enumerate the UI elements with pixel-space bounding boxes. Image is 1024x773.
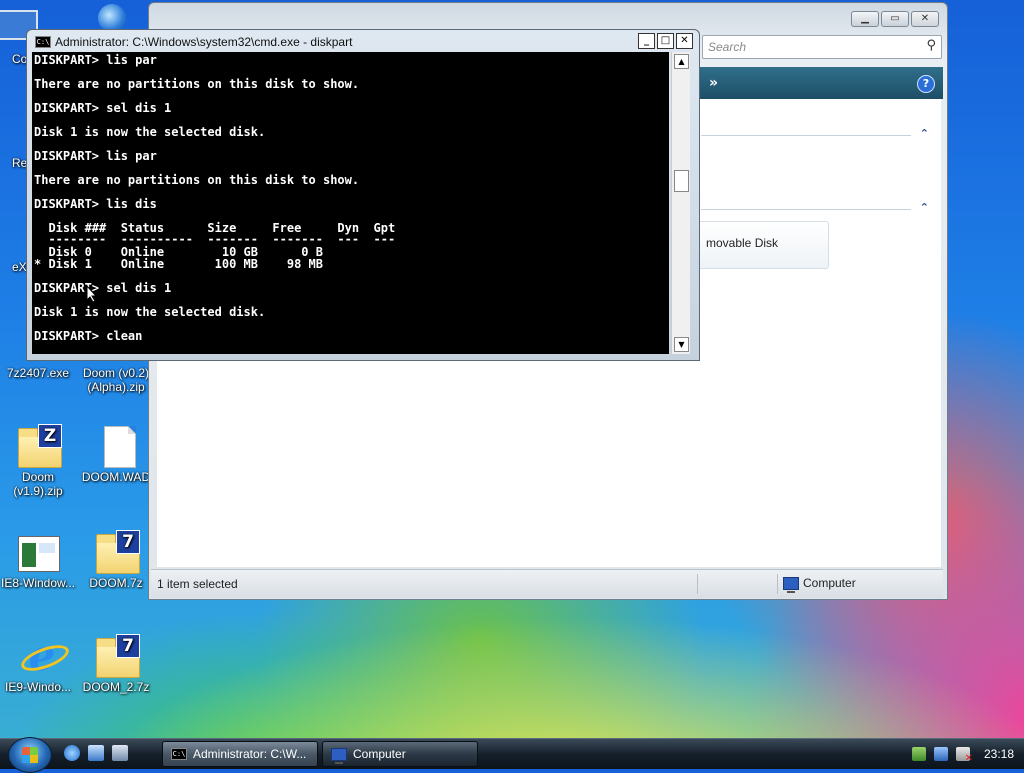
minimize-button[interactable]: ▁ <box>851 11 879 27</box>
collapse-icon[interactable]: ⌃ <box>920 127 929 140</box>
status-divider <box>777 574 778 594</box>
desktop-icon-label: IE9-Windo... <box>4 680 72 694</box>
volume-muted-icon[interactable]: ✕ <box>956 747 973 764</box>
mouse-pointer-icon <box>86 284 98 303</box>
console-line: -------- ---------- ------- ------- --- … <box>34 232 396 246</box>
quick-launch <box>64 745 128 761</box>
system-tray: ✕ 23:18 <box>912 741 1024 767</box>
status-divider <box>697 574 698 594</box>
explorer-caption-buttons: ▁ ▭ ✕ <box>851 11 939 27</box>
clock[interactable]: 23:18 <box>984 747 1014 761</box>
taskbar-button-cmd[interactable]: C:\ Administrator: C:\W... <box>162 741 318 767</box>
cmd-title-bar[interactable]: C:\ Administrator: C:\Windows\system32\c… <box>35 34 352 50</box>
console-line: DISKPART> sel dis 1 <box>34 101 172 115</box>
toolbar-overflow-chevron[interactable]: » <box>709 75 718 91</box>
maximize-button[interactable]: □ <box>657 33 674 49</box>
console-line: DISKPART> clean <box>34 329 143 343</box>
desktop-icon-doom-7z[interactable]: 7 DOOM.7z <box>78 530 154 590</box>
console-line: Disk 1 is now the selected disk. <box>34 305 266 319</box>
console-output[interactable]: DISKPART> lis par There are no partition… <box>32 52 669 354</box>
section-header-hard-disks[interactable]: ⌃ <box>697 125 937 145</box>
scroll-thumb[interactable] <box>674 170 689 192</box>
show-desktop-icon[interactable] <box>88 745 104 761</box>
status-location: Computer <box>783 576 856 593</box>
7z-archive-icon: 7 <box>92 530 140 574</box>
section-divider <box>701 135 911 136</box>
scroll-down-arrow[interactable]: ▼ <box>674 337 689 352</box>
section-header-removable-storage[interactable]: ⌃ <box>697 199 937 219</box>
console-line: DISKPART> sel dis 1 <box>34 281 172 295</box>
close-button[interactable]: ✕ <box>676 33 693 49</box>
desktop-icon-label: Doom (v1.9).zip <box>13 470 63 498</box>
desktop-icon-label: 7z2407.exe <box>6 366 70 380</box>
console-line: There are no partitions on this disk to … <box>34 173 360 187</box>
desktop-icon-ie9-installer[interactable]: e IE9-Windo... <box>0 634 76 695</box>
section-divider <box>701 209 911 210</box>
taskbar: C:\ Administrator: C:\W... Computer ✕ 23… <box>0 737 1024 773</box>
safely-remove-hardware-icon[interactable] <box>912 747 926 761</box>
taskbar-button-label: Computer <box>353 747 406 761</box>
cmd-app-icon: C:\ <box>171 748 187 760</box>
search-placeholder: Search <box>708 40 747 54</box>
windows-logo-icon <box>22 747 38 763</box>
internet-explorer-icon[interactable] <box>64 745 80 761</box>
desktop-icon-doom-zip[interactable]: Z Doom (v1.9).zip <box>0 424 76 498</box>
search-input[interactable]: Search ⚲ <box>702 35 942 59</box>
minimize-button[interactable]: _ <box>638 33 655 49</box>
console-line: There are no partitions on this disk to … <box>34 77 360 91</box>
console-line: DISKPART> lis par <box>34 53 157 67</box>
removable-disk-item[interactable]: movable Disk <box>697 221 829 269</box>
zip-folder-icon: Z <box>14 424 62 468</box>
desktop-icon-label: DOOM_2.7z <box>82 680 150 694</box>
desktop-icon-label: DOOM.WAD <box>81 470 151 484</box>
desktop-icon-label: DOOM.7z <box>89 576 143 590</box>
console-line: DISKPART> lis par <box>34 149 157 163</box>
document-icon <box>92 424 140 468</box>
taskbar-button-label: Administrator: C:\W... <box>193 747 307 761</box>
cmd-caption-buttons: _ □ ✕ <box>638 33 693 49</box>
console-line: * Disk 1 Online 100 MB 98 MB <box>34 257 323 271</box>
7z-archive-icon: 7 <box>92 634 140 678</box>
console-line: DISKPART> lis dis <box>34 197 157 211</box>
status-bar: 1 item selected Computer <box>151 569 943 598</box>
collapse-icon[interactable]: ⌃ <box>920 201 929 214</box>
scroll-up-arrow[interactable]: ▲ <box>674 54 689 69</box>
computer-icon <box>783 576 799 593</box>
close-button[interactable]: ✕ <box>911 11 939 27</box>
switch-windows-icon[interactable] <box>112 745 128 761</box>
desktop-icon-label: Doom (v0.2) (Alpha).zip <box>82 366 150 394</box>
maximize-button[interactable]: ▭ <box>881 11 909 27</box>
network-icon[interactable] <box>934 747 948 761</box>
cmd-app-icon: C:\ <box>35 36 51 48</box>
removable-disk-label: movable Disk <box>706 236 779 250</box>
console-line: Disk 1 is now the selected disk. <box>34 125 266 139</box>
computer-icon <box>331 747 347 764</box>
desktop-icon-ie8-installer[interactable]: IE8-Window... <box>0 530 76 590</box>
desktop-icon-doom-wad[interactable]: DOOM.WAD <box>78 424 154 484</box>
cmd-window[interactable]: C:\ Administrator: C:\Windows\system32\c… <box>26 29 700 361</box>
console-scrollbar[interactable]: ▲ ▼ <box>671 52 690 354</box>
installer-icon <box>14 530 62 574</box>
status-location-label: Computer <box>803 576 856 590</box>
status-selected-count: 1 item selected <box>157 577 238 591</box>
cmd-title: Administrator: C:\Windows\system32\cmd.e… <box>55 35 353 49</box>
taskbar-button-computer[interactable]: Computer <box>322 741 478 767</box>
help-icon[interactable]: ? <box>917 75 935 93</box>
desktop-icon-label: IE8-Window... <box>0 576 76 590</box>
search-icon[interactable]: ⚲ <box>926 38 936 53</box>
desktop-icon-doom2-7z[interactable]: 7 DOOM_2.7z <box>78 634 154 694</box>
internet-explorer-icon: e <box>14 634 62 678</box>
